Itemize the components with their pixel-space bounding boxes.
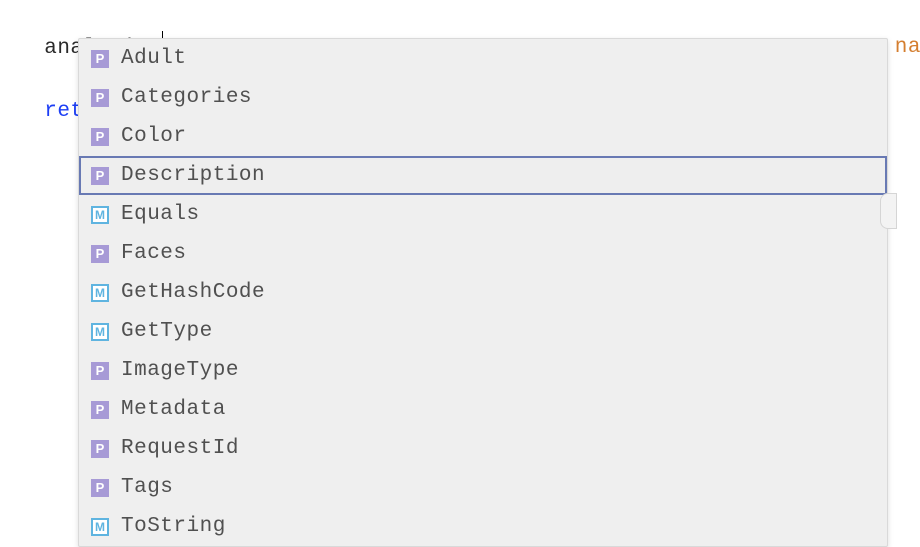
autocomplete-item-adult[interactable]: P Adult xyxy=(79,39,887,78)
property-icon: P xyxy=(91,167,109,185)
autocomplete-item-label: ToString xyxy=(121,515,875,538)
autocomplete-item-metadata[interactable]: P Metadata xyxy=(79,390,887,429)
autocomplete-item-faces[interactable]: P Faces xyxy=(79,234,887,273)
property-icon: P xyxy=(91,50,109,68)
autocomplete-item-label: RequestId xyxy=(121,437,875,460)
autocomplete-item-gethashcode[interactable]: M GetHashCode xyxy=(79,273,887,312)
autocomplete-item-label: Categories xyxy=(121,86,875,109)
autocomplete-item-label: Tags xyxy=(121,476,875,499)
autocomplete-item-label: Faces xyxy=(121,242,875,265)
autocomplete-item-tags[interactable]: P Tags xyxy=(79,468,887,507)
property-icon: P xyxy=(91,89,109,107)
property-icon: P xyxy=(91,245,109,263)
autocomplete-item-label: Adult xyxy=(121,47,875,70)
autocomplete-item-label: ImageType xyxy=(121,359,875,382)
method-icon: M xyxy=(91,518,109,536)
autocomplete-list: P Adult P Categories P Color P Description M Equa… xyxy=(79,39,887,546)
truncated-code-right: na xyxy=(895,36,920,59)
method-icon: M xyxy=(91,284,109,302)
autocomplete-item-requestid[interactable]: P RequestId xyxy=(79,429,887,468)
method-icon: M xyxy=(91,206,109,224)
scrollbar-handle[interactable] xyxy=(880,193,897,229)
property-icon: P xyxy=(91,362,109,380)
autocomplete-item-label: Description xyxy=(121,164,875,187)
autocomplete-item-label: GetHashCode xyxy=(121,281,875,304)
autocomplete-item-gettype[interactable]: M GetType xyxy=(79,312,887,351)
method-icon: M xyxy=(91,323,109,341)
autocomplete-item-tostring[interactable]: M ToString xyxy=(79,507,887,546)
autocomplete-item-imagetype[interactable]: P ImageType xyxy=(79,351,887,390)
autocomplete-item-label: GetType xyxy=(121,320,875,343)
autocomplete-item-color[interactable]: P Color xyxy=(79,117,887,156)
autocomplete-item-label: Equals xyxy=(121,203,875,226)
autocomplete-popup[interactable]: P Adult P Categories P Color P Description M Equa… xyxy=(78,38,888,547)
property-icon: P xyxy=(91,440,109,458)
autocomplete-item-description[interactable]: P Description xyxy=(79,156,887,195)
autocomplete-item-label: Color xyxy=(121,125,875,148)
autocomplete-item-label: Metadata xyxy=(121,398,875,421)
property-icon: P xyxy=(91,479,109,497)
property-icon: P xyxy=(91,401,109,419)
autocomplete-item-categories[interactable]: P Categories xyxy=(79,78,887,117)
autocomplete-item-equals[interactable]: M Equals xyxy=(79,195,887,234)
property-icon: P xyxy=(91,128,109,146)
